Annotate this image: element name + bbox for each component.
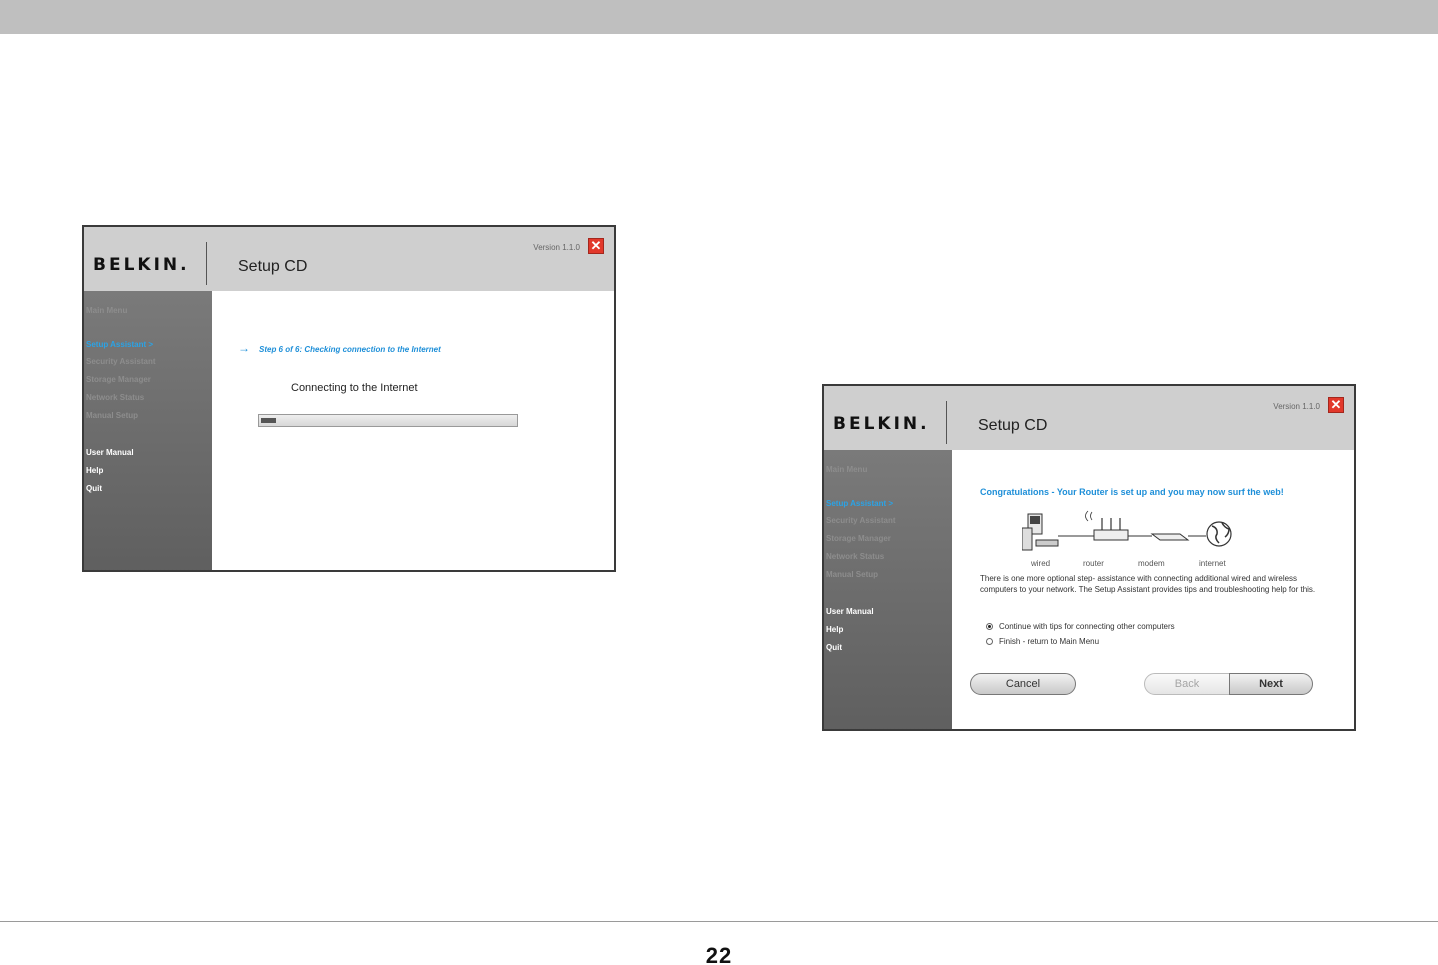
sidebar-item-main-menu[interactable]: Main Menu [826, 465, 867, 474]
main-content: Congratulations - Your Router is set up … [952, 450, 1354, 729]
radio-button[interactable] [986, 638, 993, 645]
label-wired: wired [1031, 559, 1051, 568]
sidebar-item-network-status[interactable]: Network Status [86, 393, 144, 402]
radio-button[interactable] [986, 623, 993, 630]
belkin-logo: BELKIN. [93, 255, 190, 275]
close-icon[interactable]: ✕ [588, 238, 604, 254]
label-modem: modem [1138, 559, 1165, 568]
label-internet: internet [1199, 559, 1226, 568]
document-top-bar [0, 0, 1438, 34]
step-heading: Step 6 of 6: Checking connection to the … [259, 345, 441, 354]
arrow-right-icon: → [238, 341, 250, 355]
sidebar-item-user-manual[interactable]: User Manual [86, 448, 134, 457]
window-header: BELKIN. Setup CD Version 1.1.0 ✕ [824, 386, 1354, 450]
option-continue-tips[interactable]: Continue with tips for connecting other … [986, 622, 1175, 631]
sidebar-item-quit[interactable]: Quit [826, 643, 842, 652]
next-button[interactable]: Next [1229, 673, 1313, 695]
footer-rule [0, 921, 1438, 922]
option-label: Finish - return to Main Menu [999, 637, 1100, 646]
modem-icon [1150, 533, 1190, 541]
sidebar: Main Menu Setup Assistant > Security Ass… [84, 291, 212, 570]
sidebar-item-user-manual[interactable]: User Manual [826, 607, 874, 616]
computer-icon [1022, 513, 1059, 551]
status-text: Connecting to the Internet [291, 382, 418, 394]
version-label: Version 1.1.0 [1273, 402, 1320, 411]
window-title: Setup CD [978, 417, 1048, 434]
belkin-logo: BELKIN. [833, 414, 930, 434]
sidebar: Main Menu Setup Assistant > Security Ass… [824, 450, 952, 729]
sidebar-item-help[interactable]: Help [86, 466, 103, 475]
version-label: Version 1.1.0 [533, 243, 580, 252]
sidebar-item-network-status[interactable]: Network Status [826, 552, 884, 561]
sidebar-item-manual-setup[interactable]: Manual Setup [86, 411, 138, 420]
congrats-heading: Congratulations - Your Router is set up … [980, 487, 1284, 497]
window-title: Setup CD [238, 258, 308, 275]
page-number: 22 [705, 943, 733, 965]
sidebar-item-security-assistant[interactable]: Security Assistant [826, 516, 896, 525]
header-divider [206, 242, 207, 285]
setup-window-complete: BELKIN. Setup CD Version 1.1.0 ✕ Main Me… [822, 384, 1356, 731]
option-label: Continue with tips for connecting other … [999, 622, 1175, 631]
description-text: There is one more optional step- assista… [980, 574, 1316, 594]
globe-icon [1206, 521, 1232, 547]
sidebar-item-quit[interactable]: Quit [86, 484, 102, 493]
close-icon[interactable]: ✕ [1328, 397, 1344, 413]
main-content: → Step 6 of 6: Checking connection to th… [212, 291, 614, 570]
sidebar-item-setup-assistant[interactable]: Setup Assistant > [826, 499, 893, 508]
sidebar-item-setup-assistant[interactable]: Setup Assistant > [86, 340, 153, 349]
sidebar-item-manual-setup[interactable]: Manual Setup [826, 570, 878, 579]
option-finish[interactable]: Finish - return to Main Menu [986, 637, 1099, 646]
sidebar-item-help[interactable]: Help [826, 625, 843, 634]
cancel-button[interactable]: Cancel [970, 673, 1076, 695]
label-router: router [1083, 559, 1104, 568]
window-header: BELKIN. Setup CD Version 1.1.0 ✕ [84, 227, 614, 291]
sidebar-item-main-menu[interactable]: Main Menu [86, 306, 127, 315]
sidebar-item-security-assistant[interactable]: Security Assistant [86, 357, 156, 366]
setup-window-step6: BELKIN. Setup CD Version 1.1.0 ✕ Main Me… [82, 225, 616, 572]
back-button[interactable]: Back [1144, 673, 1230, 695]
sidebar-item-storage-manager[interactable]: Storage Manager [86, 375, 151, 384]
progress-bar-fill [261, 418, 276, 423]
sidebar-item-storage-manager[interactable]: Storage Manager [826, 534, 891, 543]
progress-bar [258, 414, 518, 427]
header-divider [946, 401, 947, 444]
network-diagram [1022, 510, 1232, 551]
